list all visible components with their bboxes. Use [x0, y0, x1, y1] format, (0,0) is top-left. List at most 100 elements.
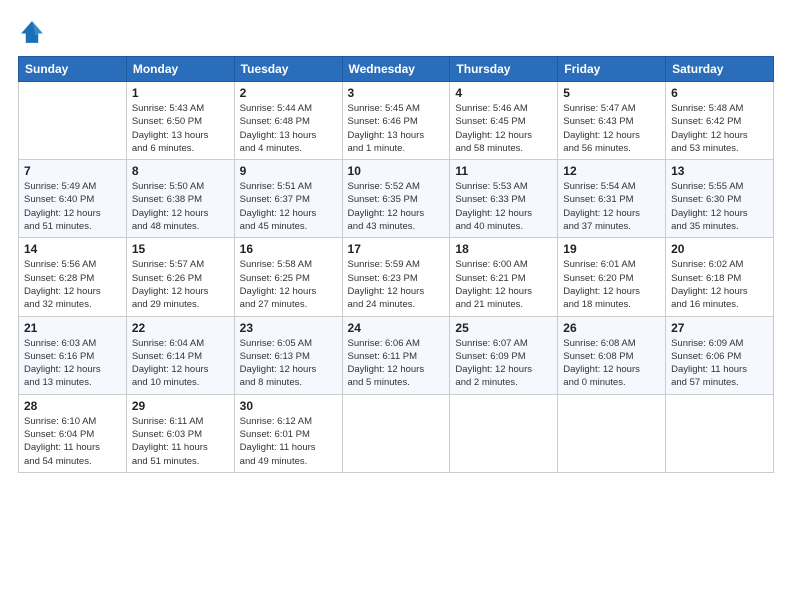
day-number: 5 — [563, 86, 660, 100]
day-info: Sunrise: 6:11 AM Sunset: 6:03 PM Dayligh… — [132, 415, 229, 468]
calendar-cell — [558, 394, 666, 472]
calendar-cell — [666, 394, 774, 472]
weekday-header-friday: Friday — [558, 57, 666, 82]
calendar-cell: 27 Sunrise: 6:09 AM Sunset: 6:06 PM Dayli… — [666, 316, 774, 394]
calendar-cell: 25 Sunrise: 6:07 AM Sunset: 6:09 PM Dayli… — [450, 316, 558, 394]
day-number: 2 — [240, 86, 337, 100]
calendar-cell: 1 Sunrise: 5:43 AM Sunset: 6:50 PM Daylig… — [126, 82, 234, 160]
weekday-header-saturday: Saturday — [666, 57, 774, 82]
day-info: Sunrise: 6:09 AM Sunset: 6:06 PM Dayligh… — [671, 337, 768, 390]
day-info: Sunrise: 5:44 AM Sunset: 6:48 PM Dayligh… — [240, 102, 337, 155]
day-info: Sunrise: 6:02 AM Sunset: 6:18 PM Dayligh… — [671, 258, 768, 311]
header — [18, 18, 774, 46]
calendar-cell: 5 Sunrise: 5:47 AM Sunset: 6:43 PM Daylig… — [558, 82, 666, 160]
day-number: 9 — [240, 164, 337, 178]
week-row-1: 1 Sunrise: 5:43 AM Sunset: 6:50 PM Daylig… — [19, 82, 774, 160]
week-row-5: 28 Sunrise: 6:10 AM Sunset: 6:04 PM Dayli… — [19, 394, 774, 472]
calendar-cell: 15 Sunrise: 5:57 AM Sunset: 6:26 PM Dayli… — [126, 238, 234, 316]
day-info: Sunrise: 6:04 AM Sunset: 6:14 PM Dayligh… — [132, 337, 229, 390]
calendar-cell: 9 Sunrise: 5:51 AM Sunset: 6:37 PM Daylig… — [234, 160, 342, 238]
day-info: Sunrise: 6:06 AM Sunset: 6:11 PM Dayligh… — [348, 337, 445, 390]
calendar-cell: 13Sunrise: 5:55 AM Sunset: 6:30 PM Dayli… — [666, 160, 774, 238]
calendar-cell: 7 Sunrise: 5:49 AM Sunset: 6:40 PM Daylig… — [19, 160, 127, 238]
day-number: 14 — [24, 242, 121, 256]
calendar-cell: 17 Sunrise: 5:59 AM Sunset: 6:23 PM Dayli… — [342, 238, 450, 316]
day-info: Sunrise: 5:51 AM Sunset: 6:37 PM Dayligh… — [240, 180, 337, 233]
calendar-cell — [342, 394, 450, 472]
day-number: 25 — [455, 321, 552, 335]
day-number: 16 — [240, 242, 337, 256]
calendar-cell — [19, 82, 127, 160]
day-number: 4 — [455, 86, 552, 100]
calendar-cell — [450, 394, 558, 472]
calendar-table: SundayMondayTuesdayWednesdayThursdayFrid… — [18, 56, 774, 473]
calendar-cell: 19 Sunrise: 6:01 AM Sunset: 6:20 PM Dayli… — [558, 238, 666, 316]
day-number: 23 — [240, 321, 337, 335]
week-row-4: 21Sunrise: 6:03 AM Sunset: 6:16 PM Dayli… — [19, 316, 774, 394]
day-info: Sunrise: 5:58 AM Sunset: 6:25 PM Dayligh… — [240, 258, 337, 311]
day-info: Sunrise: 6:10 AM Sunset: 6:04 PM Dayligh… — [24, 415, 121, 468]
weekday-header-row: SundayMondayTuesdayWednesdayThursdayFrid… — [19, 57, 774, 82]
calendar-cell: 23 Sunrise: 6:05 AM Sunset: 6:13 PM Dayli… — [234, 316, 342, 394]
calendar-cell: 6 Sunrise: 5:48 AM Sunset: 6:42 PM Daylig… — [666, 82, 774, 160]
logo — [18, 18, 50, 46]
day-info: Sunrise: 5:49 AM Sunset: 6:40 PM Dayligh… — [24, 180, 121, 233]
calendar-cell: 8Sunrise: 5:50 AM Sunset: 6:38 PM Daylig… — [126, 160, 234, 238]
day-info: Sunrise: 5:47 AM Sunset: 6:43 PM Dayligh… — [563, 102, 660, 155]
day-number: 27 — [671, 321, 768, 335]
day-number: 18 — [455, 242, 552, 256]
day-info: Sunrise: 6:00 AM Sunset: 6:21 PM Dayligh… — [455, 258, 552, 311]
calendar-cell: 29 Sunrise: 6:11 AM Sunset: 6:03 PM Dayli… — [126, 394, 234, 472]
day-number: 21 — [24, 321, 121, 335]
calendar-cell: 24 Sunrise: 6:06 AM Sunset: 6:11 PM Dayli… — [342, 316, 450, 394]
day-number: 10 — [348, 164, 445, 178]
calendar-cell: 14 Sunrise: 5:56 AM Sunset: 6:28 PM Dayli… — [19, 238, 127, 316]
day-info: Sunrise: 5:59 AM Sunset: 6:23 PM Dayligh… — [348, 258, 445, 311]
day-info: Sunrise: 5:43 AM Sunset: 6:50 PM Dayligh… — [132, 102, 229, 155]
day-number: 29 — [132, 399, 229, 413]
day-number: 13 — [671, 164, 768, 178]
day-number: 24 — [348, 321, 445, 335]
day-number: 15 — [132, 242, 229, 256]
calendar-cell: 3 Sunrise: 5:45 AM Sunset: 6:46 PM Daylig… — [342, 82, 450, 160]
day-info: Sunrise: 6:08 AM Sunset: 6:08 PM Dayligh… — [563, 337, 660, 390]
week-row-3: 14 Sunrise: 5:56 AM Sunset: 6:28 PM Dayli… — [19, 238, 774, 316]
day-info: Sunrise: 5:46 AM Sunset: 6:45 PM Dayligh… — [455, 102, 552, 155]
day-info: Sunrise: 5:56 AM Sunset: 6:28 PM Dayligh… — [24, 258, 121, 311]
day-number: 22 — [132, 321, 229, 335]
weekday-header-tuesday: Tuesday — [234, 57, 342, 82]
day-number: 30 — [240, 399, 337, 413]
day-number: 28 — [24, 399, 121, 413]
day-number: 12 — [563, 164, 660, 178]
calendar-cell: 22 Sunrise: 6:04 AM Sunset: 6:14 PM Dayli… — [126, 316, 234, 394]
day-number: 6 — [671, 86, 768, 100]
day-info: Sunrise: 6:05 AM Sunset: 6:13 PM Dayligh… — [240, 337, 337, 390]
day-number: 1 — [132, 86, 229, 100]
day-info: Sunrise: 5:45 AM Sunset: 6:46 PM Dayligh… — [348, 102, 445, 155]
day-info: Sunrise: 6:01 AM Sunset: 6:20 PM Dayligh… — [563, 258, 660, 311]
calendar-cell: 16 Sunrise: 5:58 AM Sunset: 6:25 PM Dayli… — [234, 238, 342, 316]
calendar-cell: 10Sunrise: 5:52 AM Sunset: 6:35 PM Dayli… — [342, 160, 450, 238]
calendar-cell: 2 Sunrise: 5:44 AM Sunset: 6:48 PM Daylig… — [234, 82, 342, 160]
day-number: 19 — [563, 242, 660, 256]
day-info: Sunrise: 6:12 AM Sunset: 6:01 PM Dayligh… — [240, 415, 337, 468]
weekday-header-wednesday: Wednesday — [342, 57, 450, 82]
day-number: 11 — [455, 164, 552, 178]
logo-icon — [18, 18, 46, 46]
calendar-cell: 26Sunrise: 6:08 AM Sunset: 6:08 PM Dayli… — [558, 316, 666, 394]
day-number: 20 — [671, 242, 768, 256]
page: SundayMondayTuesdayWednesdayThursdayFrid… — [0, 0, 792, 612]
calendar-cell: 11Sunrise: 5:53 AM Sunset: 6:33 PM Dayli… — [450, 160, 558, 238]
calendar-cell: 4 Sunrise: 5:46 AM Sunset: 6:45 PM Daylig… — [450, 82, 558, 160]
calendar-cell: 28 Sunrise: 6:10 AM Sunset: 6:04 PM Dayli… — [19, 394, 127, 472]
day-info: Sunrise: 6:07 AM Sunset: 6:09 PM Dayligh… — [455, 337, 552, 390]
day-info: Sunrise: 5:54 AM Sunset: 6:31 PM Dayligh… — [563, 180, 660, 233]
day-number: 17 — [348, 242, 445, 256]
day-info: Sunrise: 5:48 AM Sunset: 6:42 PM Dayligh… — [671, 102, 768, 155]
day-number: 7 — [24, 164, 121, 178]
calendar-cell: 20 Sunrise: 6:02 AM Sunset: 6:18 PM Dayli… — [666, 238, 774, 316]
day-number: 3 — [348, 86, 445, 100]
day-number: 8 — [132, 164, 229, 178]
day-info: Sunrise: 5:57 AM Sunset: 6:26 PM Dayligh… — [132, 258, 229, 311]
calendar-cell: 30 Sunrise: 6:12 AM Sunset: 6:01 PM Dayli… — [234, 394, 342, 472]
